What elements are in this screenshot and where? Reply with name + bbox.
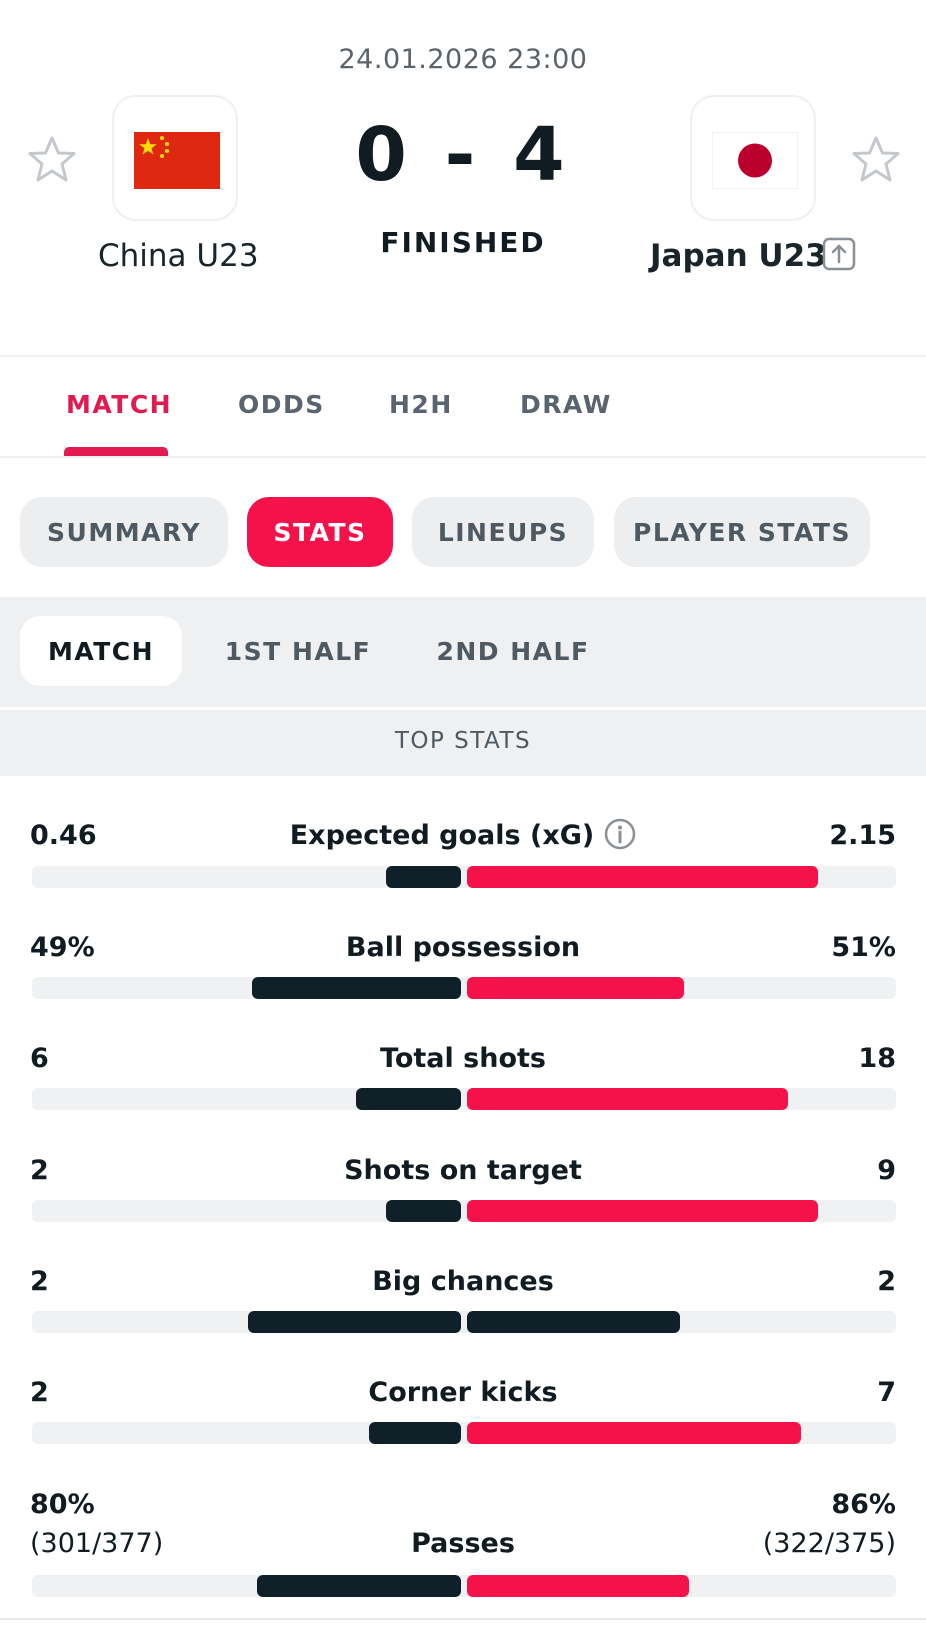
section-title: TOP STATS [394, 728, 532, 754]
tab-match[interactable]: MATCH [66, 390, 172, 419]
stat-bar-track [32, 1311, 896, 1333]
tab-draw[interactable]: DRAW [520, 390, 612, 419]
stat-away-value: 2 [877, 1266, 896, 1297]
stat-label: Expected goals (xG) [0, 818, 926, 851]
active-tab-indicator [64, 447, 168, 456]
period-2nd-half[interactable]: 2ND HALF [418, 616, 608, 686]
stat-away-value: 51% [831, 932, 896, 963]
stat-bar-away [467, 1575, 689, 1597]
stat-label: Corner kicks [368, 1377, 558, 1408]
stat-label: Shots on target [344, 1155, 582, 1186]
stat-away-value: 2.15 [829, 820, 896, 851]
tab-odds[interactable]: ODDS [238, 390, 325, 419]
stat-bar-away [467, 1088, 788, 1110]
stat-bar-track [32, 1575, 896, 1597]
subtab-summary[interactable]: SUMMARY [20, 497, 228, 567]
stat-bar-home [356, 1088, 461, 1110]
stat-bar-track [32, 1088, 896, 1110]
away-team-name[interactable]: Japan U23 [650, 238, 827, 274]
stat-bar-home [368, 1422, 461, 1444]
tabs-divider [0, 456, 926, 458]
header-divider [0, 355, 926, 357]
period-match[interactable]: MATCH [20, 616, 182, 686]
tab-h2h[interactable]: H2H [389, 390, 453, 419]
stat-away-value: 7 [877, 1377, 896, 1408]
stat-bar-away [467, 1200, 819, 1222]
subtab-stats[interactable]: STATS [247, 497, 393, 567]
subtab-lineups[interactable]: LINEUPS [412, 497, 594, 567]
stat-away-value: 9 [877, 1155, 896, 1186]
stat-bar-home [386, 1200, 461, 1222]
stat-bar-track [32, 866, 896, 888]
stat-bar-track [32, 1422, 896, 1444]
stat-label-text: Expected goals (xG) [289, 820, 595, 851]
stat-bar-home [248, 1311, 461, 1333]
stat-label: Ball possession [345, 932, 581, 963]
stat-bar-home [386, 866, 461, 888]
stat-bar-track [32, 977, 896, 999]
stat-away-detail: (322/375) [762, 1528, 896, 1559]
stat-label: Total shots [380, 1043, 546, 1074]
period-1st-half[interactable]: 1ST HALF [210, 616, 386, 686]
info-icon[interactable] [604, 818, 636, 850]
subtab-player-stats[interactable]: PLAYER STATS [614, 497, 870, 567]
stat-bar-away [467, 1311, 680, 1333]
stat-bar-away [467, 977, 685, 999]
match-score: 0 - 4 [355, 112, 571, 198]
match-datetime: 24.01.2026 23:00 [338, 44, 588, 75]
stat-bar-track [32, 1200, 896, 1222]
home-team-name[interactable]: China U23 [98, 238, 259, 274]
stat-bar-home [252, 977, 461, 999]
stat-away-value: 18 [858, 1043, 896, 1074]
stat-label: Big chances [372, 1266, 554, 1297]
stat-bar-away [467, 1422, 801, 1444]
share-icon[interactable] [822, 237, 856, 271]
stat-bar-home [256, 1575, 461, 1597]
stat-home-value: 80% [30, 1489, 95, 1520]
bottom-divider [0, 1618, 926, 1620]
stat-away-value: 86% [831, 1489, 896, 1520]
stat-bar-away [467, 866, 819, 888]
